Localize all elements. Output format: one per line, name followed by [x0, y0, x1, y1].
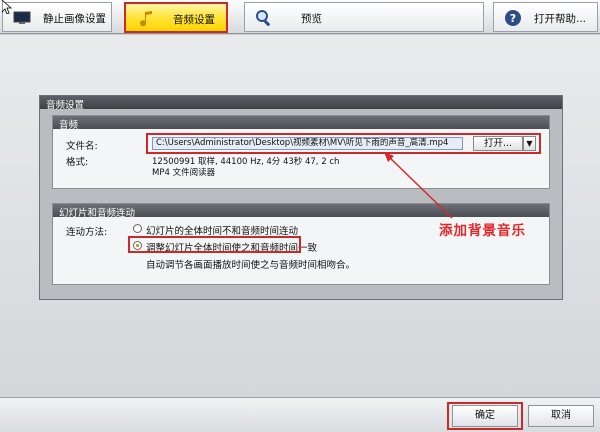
annotation-arrow-icon [384, 152, 453, 219]
audio-group-title: 音频 [53, 116, 549, 131]
tab-preview[interactable]: 预览 [244, 2, 484, 32]
highlight-sync-option [128, 236, 301, 253]
format-label: 格式: [66, 157, 89, 168]
help-button[interactable]: ? 打开帮助... [493, 2, 598, 32]
sync-method-label: 连动方法: [66, 227, 108, 238]
tab-label: 预览 [301, 13, 322, 25]
tab-audio-settings[interactable]: 音频设置 [124, 2, 228, 33]
tab-still-image-settings[interactable]: 静止画像设置 [2, 2, 112, 32]
panel-title: 音频设置 [40, 96, 562, 111]
help-icon: ? [502, 8, 524, 28]
sync-description: 自动调节各画面播放时间使之与音频时间相吻合。 [146, 260, 356, 271]
tab-label: 静止画像设置 [43, 13, 106, 25]
monitor-icon [11, 8, 33, 28]
help-label: 打开帮助... [534, 13, 587, 25]
sync-group-title: 幻灯片和音频连动 [53, 204, 549, 219]
toolbar: 静止画像设置 音频设置 预览 ? 打开帮助... [0, 0, 600, 34]
format-reader: MP4 文件阅读器 [152, 168, 216, 178]
svg-text:?: ? [510, 12, 516, 25]
tab-label: 音频设置 [173, 14, 215, 26]
file-name-label: 文件名: [66, 141, 98, 152]
radio-no-sync-label[interactable]: 幻灯片的全体时间不和音频时间连动 [146, 223, 298, 237]
music-note-icon [136, 9, 158, 29]
magnifier-icon [253, 8, 275, 28]
highlight-ok-button [447, 402, 523, 430]
annotation-text: 添加背景音乐 [439, 223, 526, 239]
mouse-cursor-icon [2, 0, 12, 14]
cancel-button[interactable]: 取消 [528, 405, 594, 427]
highlight-file-row [146, 133, 541, 154]
radio-no-sync[interactable] [133, 224, 142, 233]
